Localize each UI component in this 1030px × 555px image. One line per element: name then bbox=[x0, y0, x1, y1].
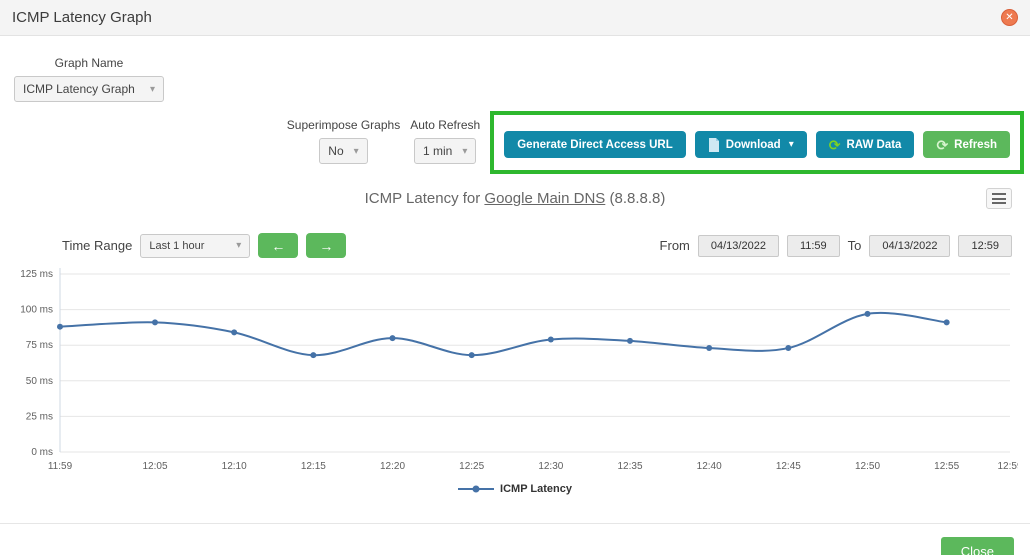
svg-text:12:35: 12:35 bbox=[617, 461, 642, 472]
refresh-label: Refresh bbox=[954, 138, 997, 151]
superimpose-graphs-dropdown[interactable]: No ▾ bbox=[319, 138, 368, 164]
chart-title-prefix: ICMP Latency for bbox=[364, 190, 485, 207]
auto-refresh-value: 1 min bbox=[423, 144, 453, 158]
refresh-button[interactable]: ⟳ Refresh bbox=[923, 131, 1010, 158]
svg-text:100 ms: 100 ms bbox=[20, 305, 53, 316]
controls-row: Superimpose Graphs No ▾ Auto Refresh 1 m… bbox=[0, 111, 1030, 174]
time-range-dropdown[interactable]: Last 1 hour ▾ bbox=[140, 233, 251, 258]
svg-text:12:25: 12:25 bbox=[459, 461, 484, 472]
legend-line-icon bbox=[458, 485, 495, 493]
chart-context-menu-icon[interactable] bbox=[986, 188, 1012, 209]
refresh-icon: ⟳ bbox=[828, 136, 841, 153]
from-label: From bbox=[659, 238, 690, 253]
time-range-group: Time Range Last 1 hour ▾ ← → bbox=[62, 233, 347, 258]
auto-refresh-label: Auto Refresh bbox=[410, 118, 481, 132]
file-icon bbox=[708, 137, 719, 152]
chart-title-ip: (8.8.8.8) bbox=[605, 190, 666, 207]
chevron-down-icon: ▾ bbox=[149, 83, 155, 95]
generate-direct-access-url-label: Generate Direct Access URL bbox=[517, 138, 673, 151]
from-date-field[interactable]: 04/13/2022 bbox=[697, 234, 779, 257]
chart-title-row: ICMP Latency for Google Main DNS (8.8.8.… bbox=[0, 188, 1030, 209]
svg-text:12:20: 12:20 bbox=[380, 461, 405, 472]
chevron-down-icon: ▾ bbox=[788, 139, 794, 150]
svg-text:12:10: 12:10 bbox=[222, 461, 247, 472]
footer: Close bbox=[0, 524, 1030, 555]
close-button[interactable]: Close bbox=[940, 537, 1014, 555]
dialog-title: ICMP Latency Graph bbox=[12, 9, 152, 26]
generate-direct-access-url-button[interactable]: Generate Direct Access URL bbox=[504, 131, 686, 158]
svg-text:11:59: 11:59 bbox=[48, 461, 73, 472]
svg-text:12:40: 12:40 bbox=[697, 461, 722, 472]
dialog-titlebar: ICMP Latency Graph ✕ bbox=[0, 0, 1030, 36]
svg-text:12:55: 12:55 bbox=[934, 461, 959, 472]
superimpose-graphs-label: Superimpose Graphs bbox=[286, 118, 401, 132]
svg-text:12:15: 12:15 bbox=[301, 461, 326, 472]
svg-text:25 ms: 25 ms bbox=[26, 411, 53, 422]
superimpose-graphs-control: Superimpose Graphs No ▾ bbox=[287, 118, 400, 164]
svg-text:12:05: 12:05 bbox=[142, 461, 167, 472]
raw-data-button[interactable]: ⟳ RAW Data bbox=[815, 131, 915, 158]
graph-name-block: Graph Name ICMP Latency Graph ▾ bbox=[14, 56, 164, 102]
time-range-value: Last 1 hour bbox=[149, 239, 205, 252]
to-date-field[interactable]: 04/13/2022 bbox=[869, 234, 951, 257]
graph-name-value: ICMP Latency Graph bbox=[23, 82, 135, 96]
dialog-close-icon[interactable]: ✕ bbox=[1001, 9, 1018, 26]
raw-data-label: RAW Data bbox=[846, 138, 902, 151]
svg-text:75 ms: 75 ms bbox=[26, 340, 53, 351]
superimpose-graphs-value: No bbox=[328, 144, 344, 158]
auto-refresh-dropdown[interactable]: 1 min ▾ bbox=[414, 138, 477, 164]
svg-text:0 ms: 0 ms bbox=[31, 447, 53, 458]
chevron-down-icon: ▾ bbox=[462, 145, 468, 157]
graph-name-label: Graph Name bbox=[54, 56, 124, 70]
from-to-group: From 04/13/2022 11:59 To 04/13/2022 12:5… bbox=[659, 234, 1012, 257]
svg-text:12:50: 12:50 bbox=[855, 461, 880, 472]
to-time-field[interactable]: 12:59 bbox=[958, 234, 1012, 257]
legend-label: ICMP Latency bbox=[500, 483, 572, 495]
svg-text:125 ms: 125 ms bbox=[20, 269, 53, 280]
graph-name-dropdown[interactable]: ICMP Latency Graph ▾ bbox=[14, 76, 164, 102]
device-link[interactable]: Google Main DNS bbox=[484, 190, 605, 207]
highlight-annotation-box: Generate Direct Access URL Download ▾ ⟳ … bbox=[490, 111, 1024, 174]
auto-refresh-control: Auto Refresh 1 min ▾ bbox=[410, 118, 480, 164]
chart-title: ICMP Latency for Google Main DNS (8.8.8.… bbox=[0, 190, 1030, 207]
chart-legend[interactable]: ICMP Latency bbox=[0, 483, 1030, 495]
svg-text:12:45: 12:45 bbox=[776, 461, 801, 472]
time-back-button[interactable]: ← bbox=[258, 233, 299, 258]
time-controls-row: Time Range Last 1 hour ▾ ← → From 04/13/… bbox=[0, 233, 1030, 258]
refresh-icon: ⟳ bbox=[936, 136, 949, 153]
chevron-down-icon: ▾ bbox=[353, 145, 359, 157]
chart-area: 0 ms 25 ms 50 ms 75 ms 100 ms 125 ms 11:59 12:0… bbox=[0, 264, 1030, 481]
time-range-label: Time Range bbox=[62, 238, 133, 253]
close-button-label: Close bbox=[960, 544, 994, 555]
time-forward-button[interactable]: → bbox=[306, 233, 347, 258]
svg-text:12:30: 12:30 bbox=[538, 461, 563, 472]
download-label: Download bbox=[725, 138, 781, 151]
download-button[interactable]: Download ▾ bbox=[694, 131, 807, 158]
from-time-field[interactable]: 11:59 bbox=[786, 234, 840, 257]
svg-text:50 ms: 50 ms bbox=[26, 376, 53, 387]
to-label: To bbox=[847, 238, 862, 253]
svg-text:12:59: 12:59 bbox=[997, 461, 1018, 472]
chevron-down-icon: ▾ bbox=[236, 240, 242, 251]
latency-line-chart: 0 ms 25 ms 50 ms 75 ms 100 ms 125 ms 11:59 12:0… bbox=[20, 268, 1023, 472]
